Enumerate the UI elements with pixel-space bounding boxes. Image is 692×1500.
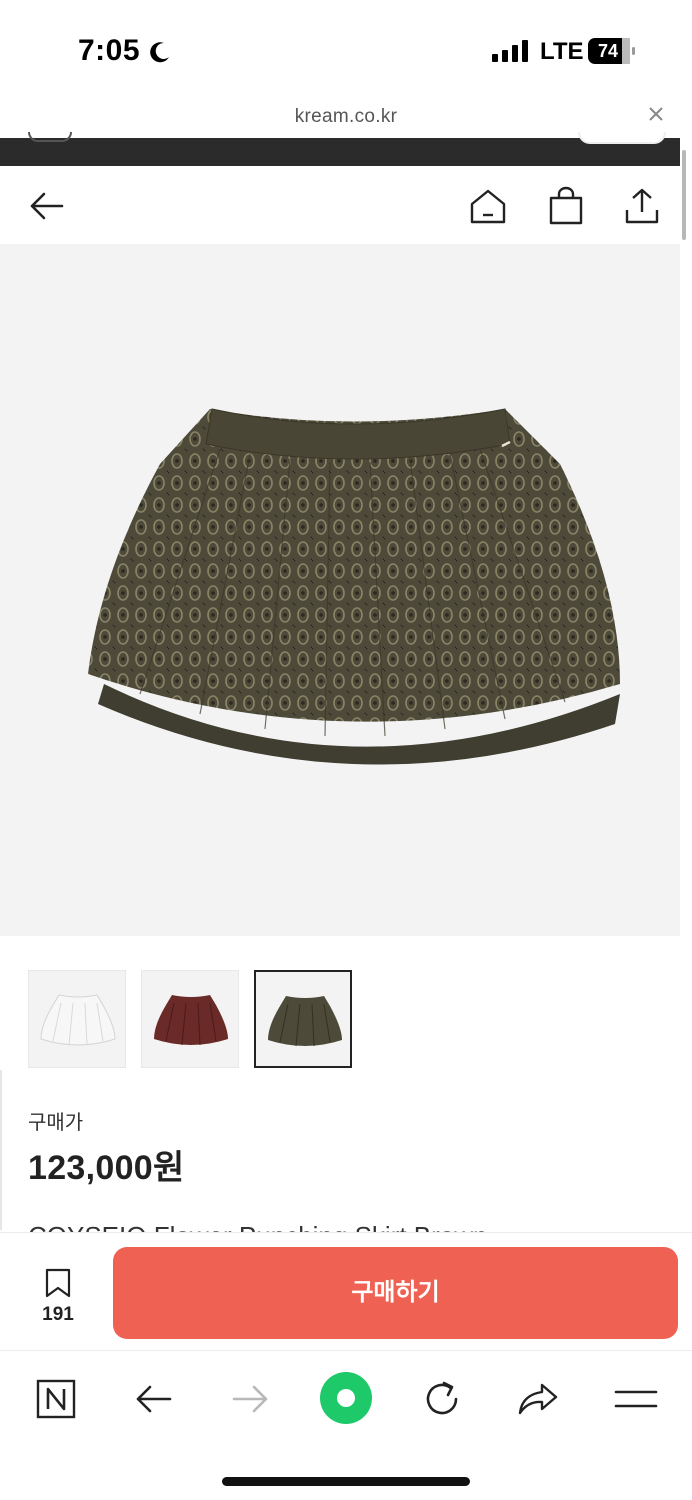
thumbnail-white[interactable] — [28, 970, 126, 1068]
arrow-left-icon[interactable] — [26, 186, 66, 226]
site-top-strip — [0, 132, 680, 166]
price-label: 구매가 — [28, 1112, 84, 1134]
status-bar: 7:05 LTE 74 — [0, 0, 692, 100]
price-value: 123,000원 — [28, 1149, 185, 1187]
bookmark-icon — [45, 1268, 71, 1298]
status-time: 7:05 — [78, 34, 141, 67]
divider — [0, 1070, 2, 1230]
thumbnail-skirt-brown — [268, 996, 342, 1047]
url-text[interactable]: kream.co.kr — [0, 106, 692, 128]
thumbnail-skirt-white — [40, 994, 116, 1046]
battery-level: 74 — [597, 41, 619, 61]
wishlist-button[interactable]: 191 — [30, 1267, 86, 1327]
skirt-image — [88, 408, 620, 765]
app-header — [0, 166, 680, 244]
strip-shape — [578, 132, 666, 144]
green-dot-icon[interactable] — [319, 1371, 373, 1425]
back-arrow-icon[interactable] — [132, 1377, 176, 1421]
moon-icon — [150, 42, 169, 63]
thumbnail-brown[interactable] — [254, 970, 352, 1068]
buy-button[interactable]: 구매하기 — [113, 1247, 678, 1339]
browser-toolbar — [0, 1350, 692, 1500]
menu-icon[interactable] — [614, 1377, 658, 1421]
scrollbar[interactable] — [682, 150, 686, 240]
naver-n-icon[interactable] — [34, 1377, 78, 1421]
signal-icon — [492, 40, 528, 62]
share-icon[interactable] — [622, 186, 662, 226]
buy-bar: 191 구매하기 — [0, 1232, 692, 1350]
home-icon[interactable] — [468, 186, 508, 226]
thumbnail-burgundy[interactable] — [141, 970, 239, 1068]
thumbnail-skirt-burgundy — [154, 995, 228, 1046]
wish-count: 191 — [42, 1304, 74, 1325]
shopping-bag-icon[interactable] — [546, 186, 586, 226]
product-image[interactable] — [0, 244, 680, 936]
home-indicator[interactable] — [222, 1477, 470, 1486]
strip-shape — [28, 132, 72, 142]
close-icon[interactable] — [646, 104, 666, 124]
refresh-icon[interactable] — [420, 1377, 464, 1421]
network-type: LTE — [540, 38, 584, 65]
share-arrow-icon[interactable] — [516, 1377, 560, 1421]
forward-arrow-icon[interactable] — [228, 1377, 272, 1421]
